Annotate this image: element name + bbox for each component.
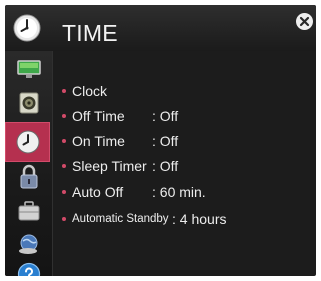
page-title: TIME [62,20,118,46]
sidebar-item-picture[interactable] [10,53,47,85]
menu-item-off-time[interactable]: Off Time : Off [62,106,312,126]
bullet [62,190,66,194]
close-icon [299,16,310,27]
bullet [62,89,66,93]
help-icon [17,262,40,276]
speaker-icon [19,92,38,114]
bullet [62,139,66,143]
sidebar [5,51,53,276]
settings-window: TIME Clock Off Time: Off On Time: Off … [5,5,316,276]
menu-item-label: Off Time [72,108,125,124]
menu-item-value: : Off [152,133,179,149]
menu-item-value: : 4 hours [172,211,227,227]
menu-item-value: : Off [152,108,179,124]
menu-item-label: Sleep Timer [72,158,147,174]
sidebar-item-time[interactable] [5,122,50,162]
bullet [62,114,66,118]
title-bar: TIME [5,5,316,51]
menu-item-label: Clock [72,83,108,99]
sidebar-item-support[interactable] [10,258,47,276]
close-button[interactable] [296,13,313,30]
menu-item-automatic-standby[interactable]: Automatic Standby : 4 hours [62,209,312,229]
menu-item-value: : Off [152,158,179,174]
network-icon [18,234,37,254]
menu-item-auto-off[interactable]: Auto Off : 60 min. [62,182,312,202]
sidebar-item-audio[interactable] [10,87,47,119]
lock-icon [20,164,37,189]
menu-item-label: Auto Off [72,184,124,200]
sidebar-item-network[interactable] [10,228,47,260]
menu-item-sleep-timer[interactable]: Sleep Timer : Off [62,156,312,176]
sidebar-item-lock[interactable] [10,161,47,193]
menu-item-label: Automatic Standby [72,213,169,225]
sidebar-item-option[interactable] [10,195,47,227]
picture-icon [16,60,41,78]
menu-item-value: : 60 min. [152,184,206,200]
menu-item-clock[interactable]: Clock [62,81,312,101]
menu-item-on-time[interactable]: On Time : Off [62,131,312,151]
menu-item-label: On Time [72,133,125,149]
clock-icon [13,14,41,42]
bullet [62,217,66,221]
clock-icon [16,130,39,154]
bullet [62,164,66,168]
briefcase-icon [18,201,39,221]
